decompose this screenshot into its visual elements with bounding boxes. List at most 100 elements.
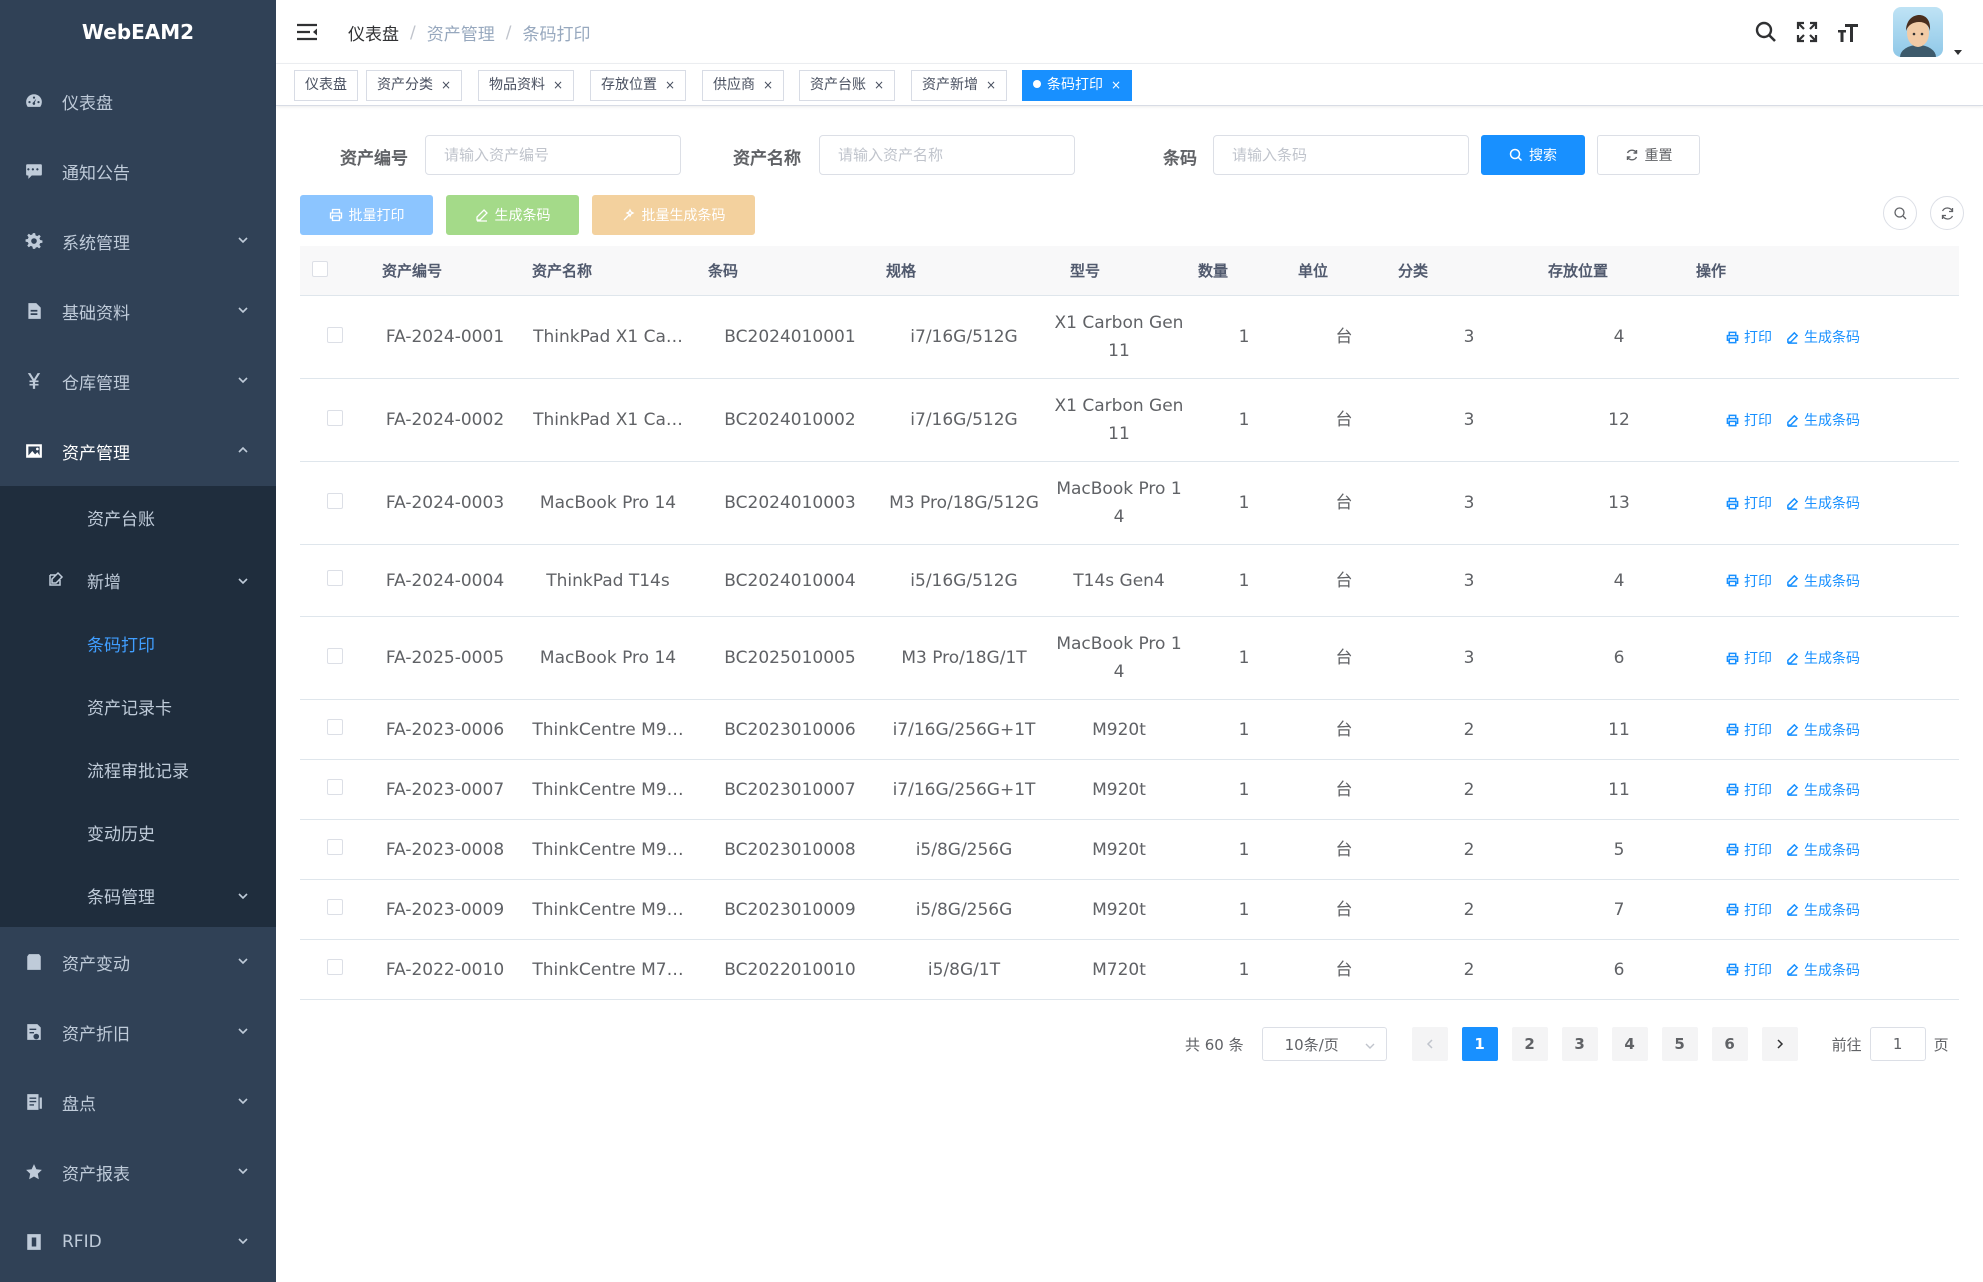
print-link[interactable]: 打印 [1726,960,1772,980]
tag-storage-location[interactable]: 存放位置 × [590,70,687,101]
page-button[interactable]: 4 [1611,1027,1648,1061]
print-link[interactable]: 打印 [1726,327,1772,347]
close-icon[interactable]: × [553,78,563,92]
generate-barcode-link[interactable]: 生成条码 [1786,720,1860,740]
generate-barcode-link[interactable]: 生成条码 [1786,780,1860,800]
print-link[interactable]: 打印 [1726,900,1772,920]
print-link[interactable]: 打印 [1726,410,1772,430]
table-row[interactable]: FA-2024-0001 ThinkPad X1 Ca… BC2024010001 i… [300,296,1959,379]
caret-down-icon[interactable] [1953,42,1963,55]
generate-barcode-link[interactable]: 生成条码 [1786,571,1860,591]
page-size-select[interactable]: 10条/页 [1261,1027,1387,1061]
sidebar-item-system[interactable]: 系统管理 [0,206,276,276]
sidebar-item-basic-data[interactable]: 基础资料 [0,276,276,346]
column-header[interactable]: 型号 [1044,260,1194,281]
close-icon[interactable]: × [986,78,996,92]
column-header[interactable]: 资产编号 [370,260,520,281]
sidebar-item-warehouse[interactable]: 仓库管理 [0,346,276,416]
generate-barcode-button[interactable]: 生成条码 [446,195,579,235]
barcode-input[interactable] [1213,135,1469,175]
row-checkbox[interactable] [327,570,343,586]
column-header[interactable]: 数量 [1194,260,1294,281]
asset-no-input[interactable] [425,135,681,175]
page-button[interactable]: 3 [1561,1027,1598,1061]
column-header[interactable]: 规格 [884,260,1044,281]
batch-print-button[interactable]: 批量打印 [300,195,433,235]
close-icon[interactable]: × [665,78,675,92]
row-checkbox[interactable] [327,719,343,735]
next-page-button[interactable] [1761,1027,1798,1061]
column-header[interactable]: 资产名称 [520,260,696,281]
table-row[interactable]: FA-2023-0007 ThinkCentre M9… BC2023010007 i… [300,760,1959,820]
table-row[interactable]: FA-2024-0004 ThinkPad T14s BC2024010004 i5/… [300,545,1959,617]
row-checkbox[interactable] [327,899,343,915]
tag-asset-ledger[interactable]: 资产台账 × [799,70,896,101]
reset-button[interactable]: 重置 [1597,135,1700,175]
app-logo[interactable]: WebEAM2 [0,0,276,64]
sidebar-subitem-asset-card[interactable]: 资产记录卡 [0,675,276,738]
hamburger-icon[interactable] [296,22,318,42]
sidebar-item-rfid[interactable]: RFID [0,1207,276,1277]
sidebar-subitem-change-history[interactable]: 变动历史 [0,801,276,864]
search-button[interactable]: 搜索 [1481,135,1585,175]
generate-barcode-link[interactable]: 生成条码 [1786,900,1860,920]
sidebar-item-inventory[interactable]: 盘点 [0,1067,276,1137]
generate-barcode-link[interactable]: 生成条码 [1786,327,1860,347]
prev-page-button[interactable] [1411,1027,1448,1061]
print-link[interactable]: 打印 [1726,720,1772,740]
sidebar-subitem-barcode-print[interactable]: 条码打印 [0,612,276,675]
row-checkbox[interactable] [327,779,343,795]
generate-barcode-link[interactable]: 生成条码 [1786,840,1860,860]
row-checkbox[interactable] [327,409,343,426]
close-icon[interactable]: × [441,78,451,92]
table-row[interactable]: FA-2023-0006 ThinkCentre M9… BC2023010006 i… [300,700,1959,760]
generate-barcode-link[interactable]: 生成条码 [1786,410,1860,430]
table-row[interactable]: FA-2023-0008 ThinkCentre M9… BC2023010008 i… [300,820,1959,880]
row-checkbox[interactable] [327,326,343,343]
sidebar-item-notice[interactable]: 通知公告 [0,136,276,206]
print-link[interactable]: 打印 [1726,648,1772,668]
search-icon[interactable] [1754,20,1778,44]
page-button[interactable]: 2 [1511,1027,1548,1061]
table-row[interactable]: FA-2022-0010 ThinkCentre M7… BC2022010010 i… [300,940,1959,1000]
row-checkbox[interactable] [327,959,343,975]
tag-item-data[interactable]: 物品资料 × [478,70,575,101]
avatar[interactable] [1893,7,1943,57]
refresh-table-button[interactable] [1930,196,1964,230]
sidebar-item-asset-management[interactable]: 资产管理 [0,416,276,486]
column-header[interactable]: 条码 [696,260,884,281]
batch-generate-barcode-button[interactable]: 批量生成条码 [592,195,755,235]
print-link[interactable]: 打印 [1726,840,1772,860]
sidebar-item-asset-report[interactable]: 资产报表 [0,1137,276,1207]
tag-dashboard[interactable]: 仪表盘 [294,70,358,101]
table-row[interactable]: FA-2024-0002 ThinkPad X1 Ca… BC2024010002 i… [300,379,1959,462]
page-button[interactable]: 5 [1661,1027,1698,1061]
goto-page-input[interactable] [1869,1027,1926,1061]
breadcrumb-item[interactable]: 仪表盘 [348,20,399,45]
tag-asset-add[interactable]: 资产新增 × [911,70,1008,101]
column-header[interactable]: 单位 [1294,260,1394,281]
table-row[interactable]: FA-2025-0005 MacBook Pro 1 4 BC2025010005 M3… [300,617,1959,700]
tag-supplier[interactable]: 供应商 × [702,70,785,101]
sidebar-item-depreciation[interactable]: 资产折旧 [0,997,276,1067]
table-row[interactable]: FA-2023-0009 ThinkCentre M9… BC2023010009 i… [300,880,1959,940]
asset-name-input[interactable] [819,135,1075,175]
close-icon[interactable]: × [874,78,884,92]
print-link[interactable]: 打印 [1726,780,1772,800]
tag-barcode-print[interactable]: 条码打印 × [1022,70,1133,101]
page-button[interactable]: 1 [1461,1027,1498,1061]
sidebar-subitem-add[interactable]: 新增 [0,549,276,612]
sidebar-subitem-approval-log[interactable]: 流程审批记录 [0,738,276,801]
sidebar-item-asset-change[interactable]: 资产变动 [0,927,276,997]
row-checkbox[interactable] [327,839,343,855]
sidebar-subitem-asset-ledger[interactable]: 资产台账 [0,486,276,549]
table-row[interactable]: FA-2024-0003 MacBook Pro 1 4 BC2024010003 M3… [300,462,1959,545]
close-icon[interactable]: × [1111,78,1121,92]
column-header[interactable]: 存放位置 [1544,260,1694,281]
generate-barcode-link[interactable]: 生成条码 [1786,493,1860,513]
tag-asset-category[interactable]: 资产分类 × [366,70,463,101]
toggle-search-button[interactable] [1883,196,1917,230]
generate-barcode-link[interactable]: 生成条码 [1786,648,1860,668]
print-link[interactable]: 打印 [1726,571,1772,591]
close-icon[interactable]: × [763,78,773,92]
